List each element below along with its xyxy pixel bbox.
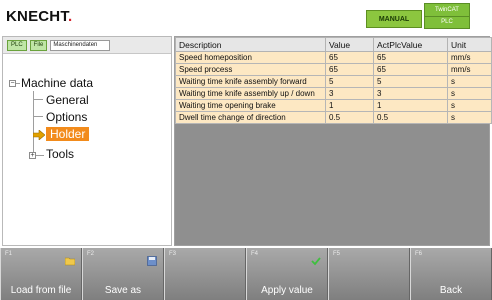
cell-actplcvalue: 0.5 <box>373 111 448 124</box>
collapse-icon[interactable]: − <box>9 80 16 87</box>
table-header-row: Description Value ActPlcValue Unit <box>175 37 492 52</box>
tree-line <box>16 83 20 84</box>
table-row[interactable]: Waiting time knife assembly up / down 3 … <box>175 87 492 100</box>
fkey-label: Save as <box>104 285 142 296</box>
table-row[interactable]: Dwell time change of direction 0.5 0.5 s <box>175 111 492 124</box>
fkey-label: Load from file <box>10 285 72 296</box>
fkey-number: F1 <box>5 251 13 257</box>
f4-apply-value-button[interactable]: F4 Apply value <box>246 248 328 300</box>
cell-unit: s <box>447 99 492 112</box>
cell-description: Speed process <box>175 63 326 76</box>
folder-icon <box>65 257 75 266</box>
expand-icon[interactable]: + <box>29 152 36 159</box>
f3-button[interactable]: F3 <box>164 248 246 300</box>
tree-toolbar: PLC File Maschinendaten <box>3 37 171 54</box>
table-row[interactable]: Speed process 65 65 mm/s <box>175 63 492 76</box>
tree-line <box>33 91 34 155</box>
cell-description: Speed homeposition <box>175 51 326 64</box>
cell-unit: s <box>447 87 492 100</box>
cell-actplcvalue: 5 <box>373 75 448 88</box>
cell-value[interactable]: 1 <box>325 99 374 112</box>
machine-data-tree-panel: PLC File Maschinendaten − Machine data G… <box>2 36 172 246</box>
cell-actplcvalue: 3 <box>373 87 448 100</box>
f6-back-button[interactable]: F6 Back <box>410 248 492 300</box>
parameter-table: Description Value ActPlcValue Unit Speed… <box>175 37 492 124</box>
cell-unit: s <box>447 75 492 88</box>
f2-save-as-button[interactable]: F2 Save as <box>82 248 164 300</box>
plc-status-badge: TwinCAT PLC <box>424 3 470 29</box>
cell-value[interactable]: 65 <box>325 51 374 64</box>
f5-button[interactable]: F5 <box>328 248 410 300</box>
tree-line <box>36 155 44 156</box>
column-header-description[interactable]: Description <box>175 37 326 52</box>
tree-item-tools[interactable]: Tools <box>46 147 74 161</box>
arrow-right-icon <box>33 130 45 140</box>
tree-item-holder[interactable]: Holder <box>46 127 90 141</box>
fkey-number: F5 <box>333 251 341 257</box>
cell-value[interactable]: 3 <box>325 87 374 100</box>
fkey-number: F3 <box>169 251 177 257</box>
tree-item-options[interactable]: Options <box>46 110 87 124</box>
tree-item-general[interactable]: General <box>46 93 89 107</box>
f1-load-from-file-button[interactable]: F1 Load from file <box>0 248 82 300</box>
cell-unit: mm/s <box>447 63 492 76</box>
cell-value[interactable]: 65 <box>325 63 374 76</box>
cell-description: Waiting time knife assembly forward <box>175 75 326 88</box>
table-row[interactable]: Waiting time knife assembly forward 5 5 … <box>175 75 492 88</box>
function-key-bar: F1 Load from file F2 Save as F3 F4 Apply… <box>0 248 492 300</box>
tree-line <box>33 116 43 117</box>
column-header-value[interactable]: Value <box>325 37 374 52</box>
plc-status-bottom: PLC <box>441 19 453 26</box>
fkey-number: F2 <box>87 251 95 257</box>
cell-value[interactable]: 5 <box>325 75 374 88</box>
tree-root-machine-data[interactable]: Machine data <box>21 76 93 90</box>
column-header-unit[interactable]: Unit <box>447 37 492 52</box>
plc-status-top: TwinCAT <box>425 4 469 17</box>
file-button[interactable]: File <box>29 39 48 51</box>
save-icon <box>147 256 157 266</box>
fkey-label: Apply value <box>261 285 313 296</box>
cell-value[interactable]: 0.5 <box>325 111 374 124</box>
cell-unit: s <box>447 111 492 124</box>
parameter-table-panel: Description Value ActPlcValue Unit Speed… <box>174 36 492 246</box>
table-row[interactable]: Waiting time opening brake 1 1 s <box>175 99 492 112</box>
cell-unit: mm/s <box>447 51 492 64</box>
cell-description: Waiting time knife assembly up / down <box>175 87 326 100</box>
cell-actplcvalue: 65 <box>373 51 448 64</box>
fkey-number: F6 <box>415 251 423 257</box>
fkey-label: Back <box>439 285 463 296</box>
tree-path-field[interactable]: Maschinendaten <box>50 39 111 51</box>
tree-line <box>33 99 43 100</box>
knecht-logo: KNECHT. <box>6 8 73 25</box>
mode-indicator: MANUAL <box>366 10 422 28</box>
column-header-actplcvalue[interactable]: ActPlcValue <box>373 37 448 52</box>
table-row[interactable]: Speed homeposition 65 65 mm/s <box>175 51 492 64</box>
cell-description: Dwell time change of direction <box>175 111 326 124</box>
cell-actplcvalue: 1 <box>373 99 448 112</box>
check-icon <box>311 257 321 266</box>
table-empty-area <box>175 124 489 244</box>
cell-description: Waiting time opening brake <box>175 99 326 112</box>
cell-actplcvalue: 65 <box>373 63 448 76</box>
plc-button[interactable]: PLC <box>7 39 27 51</box>
header-bar: KNECHT. MANUAL TwinCAT PLC <box>0 0 492 34</box>
fkey-number: F4 <box>251 251 259 257</box>
